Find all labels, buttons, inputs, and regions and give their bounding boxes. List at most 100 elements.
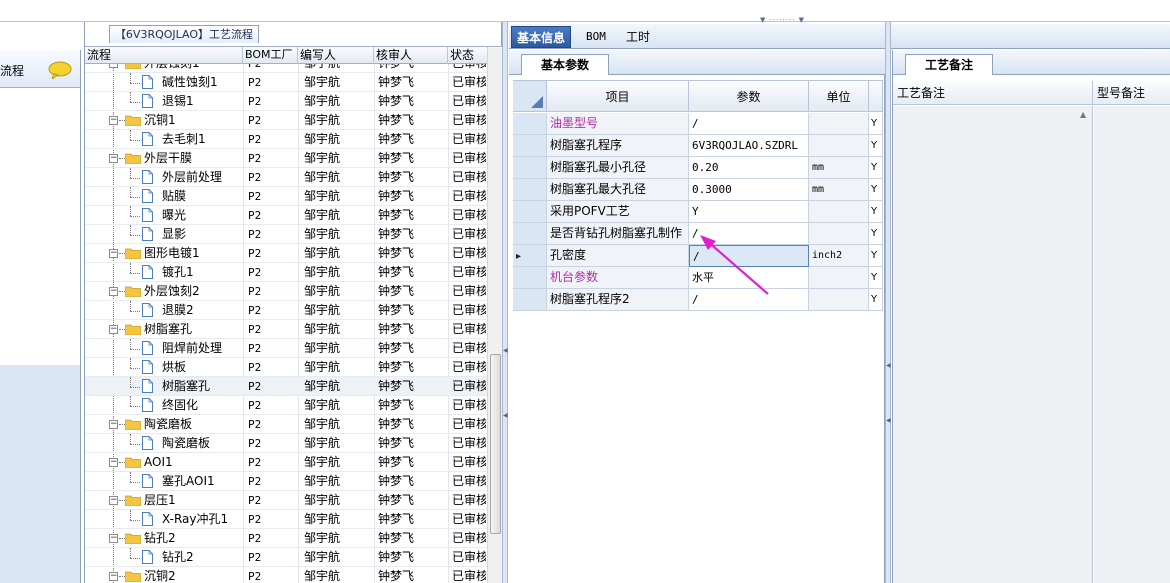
param-row[interactable]: 油墨型号 / Y [513,113,883,135]
row-indicator[interactable] [513,179,547,201]
param-value-field[interactable]: 0.20 [689,157,809,179]
row-indicator[interactable] [513,113,547,135]
splitter-grip[interactable]: ▼ ········ ▼ [760,17,822,24]
process-tree-row[interactable]: 退膜2 P2 邹宇航 钟梦飞 已审核 [85,301,487,320]
tree-connector-line [130,444,140,445]
param-unit-cell: mm [809,157,869,179]
collapse-toggle-icon[interactable]: − [109,496,118,505]
col-reviewer-header[interactable]: 核审人 [374,47,448,64]
collapse-toggle-icon[interactable]: − [109,458,118,467]
process-tree-row[interactable]: − 树脂塞孔 P2 邹宇航 钟梦飞 已审核 [85,320,487,339]
process-note-textarea[interactable] [893,106,1093,583]
row-indicator[interactable] [513,267,547,289]
param-value-field[interactable]: / [689,113,809,135]
tab-process-note[interactable]: 工艺备注 [905,54,993,75]
collapse-toggle-icon[interactable]: − [109,154,118,163]
process-tree-row[interactable]: − 外层干膜 P2 邹宇航 钟梦飞 已审核 [85,149,487,168]
process-vertical-scrollbar[interactable] [487,48,502,583]
process-tree-row[interactable]: 钻孔2 P2 邹宇航 钟梦飞 已审核 [85,548,487,567]
collapse-toggle-icon[interactable]: − [109,64,118,68]
param-unit-cell: inch2 [809,245,869,267]
row-indicator[interactable]: ▸ [513,245,547,267]
process-tree-row[interactable]: − 沉铜1 P2 邹宇航 钟梦飞 已审核 [85,111,487,130]
col-bom-header[interactable]: BOM工厂 [243,47,298,64]
status-cell: 已审核 [452,265,486,279]
process-tree-row[interactable]: − 沉铜2 P2 邹宇航 钟梦飞 已审核 [85,567,487,583]
process-tree-row[interactable]: 显影 P2 邹宇航 钟梦飞 已审核 [85,225,487,244]
author-cell: 邹宇航 [304,379,341,393]
row-indicator[interactable] [513,135,547,157]
process-tree-row[interactable]: − 外层蚀刻2 P2 邹宇航 钟梦飞 已审核 [85,282,487,301]
col-unit-header[interactable]: 单位 [809,80,869,112]
col-param-header[interactable]: 参数 [689,80,809,112]
scrollbar-thumb[interactable] [490,354,501,534]
process-tree-row[interactable]: 阻焊前处理 P2 邹宇航 钟梦飞 已审核 [85,339,487,358]
process-tree-row[interactable]: 去毛刺1 P2 邹宇航 钟梦飞 已审核 [85,130,487,149]
process-tree-row[interactable]: 贴膜 P2 邹宇航 钟梦飞 已审核 [85,187,487,206]
param-value-field[interactable]: 6V3RQOJLAO.SZDRL [689,135,809,157]
process-tree-row[interactable]: 碱性蚀刻1 P2 邹宇航 钟梦飞 已审核 [85,73,487,92]
bom-factory-cell: P2 [248,323,262,336]
folder-icon [125,571,141,582]
col-model-note-header[interactable]: 型号备注 [1093,81,1170,105]
document-icon [142,360,153,374]
document-icon [142,512,153,526]
param-row[interactable]: 树脂塞孔最小孔径 0.20 mm Y [513,157,883,179]
left-nav-header[interactable]: 流程 [0,50,80,88]
collapse-toggle-icon[interactable]: − [109,420,118,429]
collapse-toggle-icon[interactable]: − [109,572,118,581]
collapse-toggle-icon[interactable]: − [109,534,118,543]
process-tree-row[interactable]: − 外层蚀刻1 P2 邹宇航钟梦飞已审核 [85,64,487,73]
col-author-header[interactable]: 编写人 [298,47,374,64]
process-tree-row[interactable]: X-Ray冲孔1 P2 邹宇航 钟梦飞 已审核 [85,510,487,529]
row-indicator[interactable] [513,157,547,179]
process-tree-row[interactable]: 曝光 P2 邹宇航 钟梦飞 已审核 [85,206,487,225]
collapse-toggle-icon[interactable]: − [109,116,118,125]
row-indicator[interactable] [513,223,547,245]
process-tree-row[interactable]: 终固化 P2 邹宇航 钟梦飞 已审核 [85,396,487,415]
collapse-toggle-icon[interactable]: − [109,325,118,334]
splitter-right[interactable]: ◀ ◀ [885,22,891,583]
process-tree-row[interactable]: 外层前处理 P2 邹宇航 钟梦飞 已审核 [85,168,487,187]
process-tree-row[interactable]: − 层压1 P2 邹宇航 钟梦飞 已审核 [85,491,487,510]
row-indicator[interactable] [513,289,547,311]
process-grid-header: 流程 BOM工厂 编写人 核审人 状态 ▲ [85,46,503,64]
tab-worktime[interactable]: 工时 [621,26,655,48]
param-value-field[interactable]: Y [689,201,809,223]
collapse-toggle-icon[interactable]: − [109,249,118,258]
tab-basic-params[interactable]: 基本参数 [521,54,609,75]
process-tree-row[interactable]: − 钻孔2 P2 邹宇航 钟梦飞 已审核 [85,529,487,548]
process-tree-row[interactable]: 陶瓷磨板 P2 邹宇航 钟梦飞 已审核 [85,434,487,453]
process-tree-row[interactable]: − 陶瓷磨板 P2 邹宇航 钟梦飞 已审核 [85,415,487,434]
process-tree-row[interactable]: 烘板 P2 邹宇航 钟梦飞 已审核 [85,358,487,377]
param-row[interactable]: 树脂塞孔程序 6V3RQOJLAO.SZDRL Y [513,135,883,157]
process-tree-row[interactable]: 塞孔AOI1 P2 邹宇航 钟梦飞 已审核 [85,472,487,491]
param-value-field[interactable]: 0.3000 [689,179,809,201]
tab-bom[interactable]: BOM [581,26,611,48]
tab-basic-info[interactable]: 基本信息 [511,26,572,48]
tree-connector-line [130,558,140,559]
tree-connector-line [130,548,131,558]
process-tree-row[interactable]: − AOI1 P2 邹宇航 钟梦飞 已审核 [85,453,487,472]
document-icon [142,170,153,184]
process-tree-row[interactable]: − 图形电镀1 P2 邹宇航 钟梦飞 已审核 [85,244,487,263]
process-tree-row[interactable]: 镀孔1 P2 邹宇航 钟梦飞 已审核 [85,263,487,282]
author-cell: 邹宇航 [304,341,341,355]
model-note-textarea[interactable] [1094,106,1170,583]
process-flow-tab[interactable]: 【6V3RQOJLAO】工艺流程 [109,25,259,43]
status-cell: 已审核 [452,360,486,374]
collapse-toggle-icon[interactable]: − [109,287,118,296]
process-tree-row[interactable]: 退锡1 P2 邹宇航 钟梦飞 已审核 [85,92,487,111]
param-row[interactable]: 树脂塞孔最大孔径 0.3000 mm Y [513,179,883,201]
tree-node-label: 陶瓷磨板 [144,417,193,431]
note-scroll-up-icon[interactable]: ▲ [1080,110,1086,119]
process-tree-row[interactable]: 树脂塞孔 P2 邹宇航 钟梦飞 已审核 [85,377,487,396]
col-process-note-header[interactable]: 工艺备注 [893,81,1093,105]
param-row[interactable]: 采用POFV工艺 Y Y [513,201,883,223]
col-status-header[interactable]: 状态 [448,47,488,64]
col-item-header[interactable]: 项目 [547,80,689,112]
bom-factory-cell: P2 [248,76,262,89]
row-indicator[interactable] [513,201,547,223]
splitter-left[interactable]: ◀ ◀ [502,22,508,583]
col-flow-header[interactable]: 流程 [85,47,243,64]
